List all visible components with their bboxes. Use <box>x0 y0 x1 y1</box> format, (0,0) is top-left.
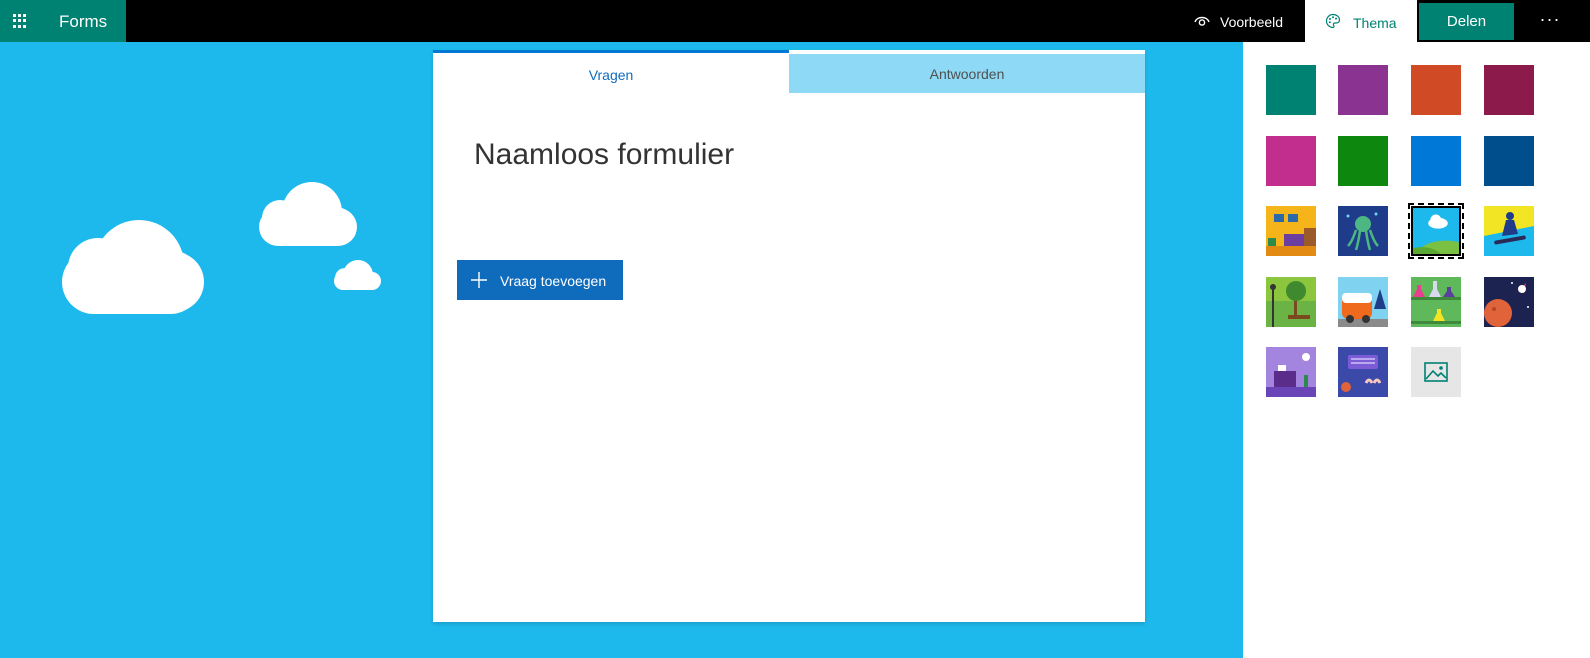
theme-color-swatch[interactable] <box>1266 65 1316 115</box>
clouds-decoration <box>62 182 381 314</box>
upload-image-button[interactable] <box>1411 347 1461 397</box>
theme-color-swatch[interactable] <box>1484 136 1534 186</box>
eye-icon <box>1194 16 1210 26</box>
app-name[interactable]: Forms <box>59 12 107 32</box>
octopus-theme[interactable] <box>1338 206 1388 256</box>
share-button[interactable]: Delen <box>1419 3 1514 40</box>
space-rocket-theme[interactable] <box>1484 277 1534 327</box>
tab-responses[interactable]: Antwoorden <box>789 54 1145 93</box>
theme-color-swatch[interactable] <box>1338 136 1388 186</box>
form-tabs: Vragen Antwoorden <box>433 50 1145 93</box>
theme-color-swatch[interactable] <box>1411 65 1461 115</box>
cloud-small <box>334 260 381 290</box>
theme-label: Thema <box>1353 15 1397 31</box>
snowboarder-theme[interactable] <box>1484 206 1534 256</box>
science-flasks-theme[interactable] <box>1411 277 1461 327</box>
theme-panel <box>1243 42 1590 658</box>
tab-questions[interactable]: Vragen <box>433 50 789 93</box>
app-launcher-icon[interactable] <box>13 14 27 28</box>
park-theme[interactable] <box>1266 277 1316 327</box>
theme-color-swatch[interactable] <box>1411 136 1461 186</box>
form-title[interactable]: Naamloos formulier <box>474 138 734 172</box>
theme-color-swatch[interactable] <box>1484 65 1534 115</box>
theme-color-swatch[interactable] <box>1338 65 1388 115</box>
theme-color-swatch[interactable] <box>1266 136 1316 186</box>
keyboard-theme[interactable] <box>1338 347 1388 397</box>
add-question-button[interactable]: Vraag toevoegen <box>457 260 623 300</box>
image-icon <box>1424 362 1448 382</box>
desk-theme[interactable] <box>1266 347 1316 397</box>
cloud-medium <box>259 182 357 246</box>
camper-van-theme[interactable] <box>1338 277 1388 327</box>
sky-clouds-theme[interactable] <box>1408 203 1464 259</box>
cloud-large <box>62 220 204 314</box>
plus-icon <box>471 272 487 288</box>
theme-button[interactable]: Thema <box>1305 0 1417 42</box>
app-brand: Forms <box>0 0 126 42</box>
living-room-theme[interactable] <box>1266 206 1316 256</box>
add-question-label: Vraag toevoegen <box>500 273 607 289</box>
preview-label: Voorbeeld <box>1220 14 1284 30</box>
more-options-button[interactable]: ··· <box>1530 0 1570 42</box>
palette-icon <box>1325 13 1341 29</box>
top-bar: Forms Voorbeeld Thema Delen ··· <box>0 0 1590 42</box>
form-card: Vragen Antwoorden Naamloos formulier Vra… <box>433 50 1145 622</box>
preview-button[interactable]: Voorbeeld <box>1180 0 1304 42</box>
